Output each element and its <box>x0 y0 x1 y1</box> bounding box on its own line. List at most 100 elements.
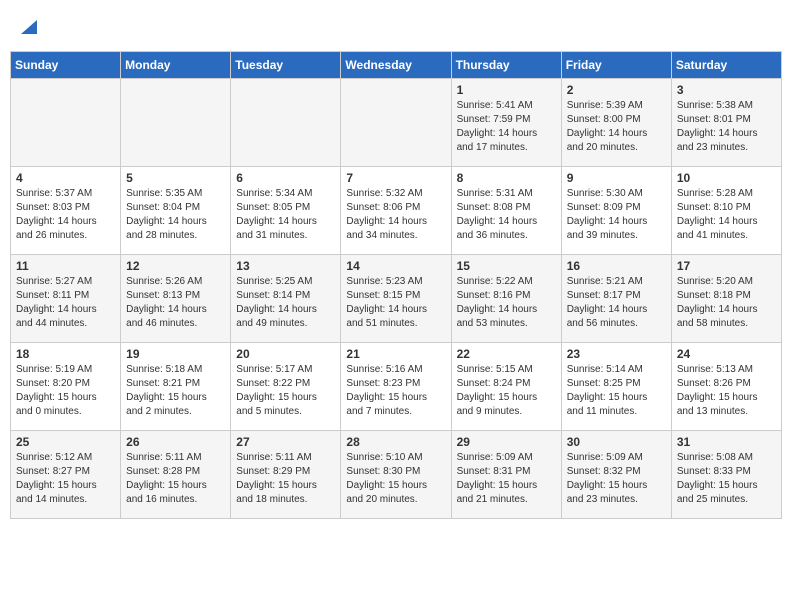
day-info: Sunrise: 5:21 AM Sunset: 8:17 PM Dayligh… <box>567 275 666 331</box>
day-number: 27 <box>236 435 335 449</box>
calendar-cell: 10 Sunrise: 5:28 AM Sunset: 8:10 PM Dayli… <box>671 166 781 254</box>
day-info: Sunrise: 5:28 AM Sunset: 8:10 PM Dayligh… <box>677 187 776 243</box>
logo-triangle-icon <box>21 16 37 39</box>
calendar-cell: 2 Sunrise: 5:39 AM Sunset: 8:00 PM Daylig… <box>561 78 671 166</box>
day-info: Sunrise: 5:31 AM Sunset: 8:08 PM Dayligh… <box>457 187 556 243</box>
day-number: 8 <box>457 171 556 185</box>
weekday-header-row: SundayMondayTuesdayWednesdayThursdayFrid… <box>11 51 782 78</box>
calendar-cell: 29 Sunrise: 5:09 AM Sunset: 8:31 PM Dayli… <box>451 430 561 518</box>
day-number: 1 <box>457 83 556 97</box>
day-number: 2 <box>567 83 666 97</box>
day-number: 5 <box>126 171 225 185</box>
calendar-table: SundayMondayTuesdayWednesdayThursdayFrid… <box>10 51 782 519</box>
page-header <box>10 10 782 45</box>
calendar-cell: 19 Sunrise: 5:18 AM Sunset: 8:21 PM Dayli… <box>121 342 231 430</box>
day-info: Sunrise: 5:35 AM Sunset: 8:04 PM Dayligh… <box>126 187 225 243</box>
logo <box>20 18 38 41</box>
weekday-header-monday: Monday <box>121 51 231 78</box>
day-info: Sunrise: 5:10 AM Sunset: 8:30 PM Dayligh… <box>346 451 445 507</box>
calendar-cell: 30 Sunrise: 5:09 AM Sunset: 8:32 PM Dayli… <box>561 430 671 518</box>
calendar-cell: 12 Sunrise: 5:26 AM Sunset: 8:13 PM Dayli… <box>121 254 231 342</box>
day-number: 29 <box>457 435 556 449</box>
day-info: Sunrise: 5:11 AM Sunset: 8:28 PM Dayligh… <box>126 451 225 507</box>
calendar-cell: 9Sunrise: 5:30 AM Sunset: 8:09 PM Daylig… <box>561 166 671 254</box>
calendar-cell <box>341 78 451 166</box>
day-number: 22 <box>457 347 556 361</box>
day-info: Sunrise: 5:15 AM Sunset: 8:24 PM Dayligh… <box>457 363 556 419</box>
day-info: Sunrise: 5:22 AM Sunset: 8:16 PM Dayligh… <box>457 275 556 331</box>
day-info: Sunrise: 5:09 AM Sunset: 8:31 PM Dayligh… <box>457 451 556 507</box>
weekday-header-sunday: Sunday <box>11 51 121 78</box>
calendar-cell: 23 Sunrise: 5:14 AM Sunset: 8:25 PM Dayli… <box>561 342 671 430</box>
day-info: Sunrise: 5:09 AM Sunset: 8:32 PM Dayligh… <box>567 451 666 507</box>
calendar-cell: 31 Sunrise: 5:08 AM Sunset: 8:33 PM Dayli… <box>671 430 781 518</box>
day-info: Sunrise: 5:41 AM Sunset: 7:59 PM Dayligh… <box>457 99 556 155</box>
day-info: Sunrise: 5:27 AM Sunset: 8:11 PM Dayligh… <box>16 275 115 331</box>
calendar-cell: 13Sunrise: 5:25 AM Sunset: 8:14 PM Dayli… <box>231 254 341 342</box>
day-number: 7 <box>346 171 445 185</box>
day-info: Sunrise: 5:13 AM Sunset: 8:26 PM Dayligh… <box>677 363 776 419</box>
calendar-cell: 26 Sunrise: 5:11 AM Sunset: 8:28 PM Dayli… <box>121 430 231 518</box>
day-number: 11 <box>16 259 115 273</box>
calendar-cell: 6 Sunrise: 5:34 AM Sunset: 8:05 PM Daylig… <box>231 166 341 254</box>
calendar-cell: 16 Sunrise: 5:21 AM Sunset: 8:17 PM Dayli… <box>561 254 671 342</box>
weekday-header-tuesday: Tuesday <box>231 51 341 78</box>
day-number: 17 <box>677 259 776 273</box>
day-info: Sunrise: 5:26 AM Sunset: 8:13 PM Dayligh… <box>126 275 225 331</box>
day-number: 12 <box>126 259 225 273</box>
calendar-cell: 17Sunrise: 5:20 AM Sunset: 8:18 PM Dayli… <box>671 254 781 342</box>
day-info: Sunrise: 5:16 AM Sunset: 8:23 PM Dayligh… <box>346 363 445 419</box>
calendar-cell: 8 Sunrise: 5:31 AM Sunset: 8:08 PM Daylig… <box>451 166 561 254</box>
calendar-cell: 7Sunrise: 5:32 AM Sunset: 8:06 PM Daylig… <box>341 166 451 254</box>
day-info: Sunrise: 5:17 AM Sunset: 8:22 PM Dayligh… <box>236 363 335 419</box>
weekday-header-friday: Friday <box>561 51 671 78</box>
day-number: 15 <box>457 259 556 273</box>
calendar-cell: 24 Sunrise: 5:13 AM Sunset: 8:26 PM Dayli… <box>671 342 781 430</box>
calendar-cell: 3 Sunrise: 5:38 AM Sunset: 8:01 PM Daylig… <box>671 78 781 166</box>
day-number: 14 <box>346 259 445 273</box>
day-info: Sunrise: 5:25 AM Sunset: 8:14 PM Dayligh… <box>236 275 335 331</box>
day-number: 30 <box>567 435 666 449</box>
day-number: 26 <box>126 435 225 449</box>
day-info: Sunrise: 5:18 AM Sunset: 8:21 PM Dayligh… <box>126 363 225 419</box>
day-number: 3 <box>677 83 776 97</box>
day-number: 20 <box>236 347 335 361</box>
day-info: Sunrise: 5:37 AM Sunset: 8:03 PM Dayligh… <box>16 187 115 243</box>
day-number: 28 <box>346 435 445 449</box>
logo-text <box>20 18 38 41</box>
calendar-body: 1 Sunrise: 5:41 AM Sunset: 7:59 PM Daylig… <box>11 78 782 518</box>
weekday-header-thursday: Thursday <box>451 51 561 78</box>
day-number: 24 <box>677 347 776 361</box>
calendar-cell: 11 Sunrise: 5:27 AM Sunset: 8:11 PM Dayli… <box>11 254 121 342</box>
day-number: 16 <box>567 259 666 273</box>
day-number: 19 <box>126 347 225 361</box>
calendar-cell: 18 Sunrise: 5:19 AM Sunset: 8:20 PM Dayli… <box>11 342 121 430</box>
day-info: Sunrise: 5:14 AM Sunset: 8:25 PM Dayligh… <box>567 363 666 419</box>
calendar-cell: 21Sunrise: 5:16 AM Sunset: 8:23 PM Dayli… <box>341 342 451 430</box>
day-info: Sunrise: 5:38 AM Sunset: 8:01 PM Dayligh… <box>677 99 776 155</box>
day-number: 25 <box>16 435 115 449</box>
day-number: 31 <box>677 435 776 449</box>
calendar-cell: 22 Sunrise: 5:15 AM Sunset: 8:24 PM Dayli… <box>451 342 561 430</box>
day-info: Sunrise: 5:39 AM Sunset: 8:00 PM Dayligh… <box>567 99 666 155</box>
day-number: 23 <box>567 347 666 361</box>
day-info: Sunrise: 5:12 AM Sunset: 8:27 PM Dayligh… <box>16 451 115 507</box>
day-info: Sunrise: 5:34 AM Sunset: 8:05 PM Dayligh… <box>236 187 335 243</box>
calendar-cell: 15 Sunrise: 5:22 AM Sunset: 8:16 PM Dayli… <box>451 254 561 342</box>
calendar-cell: 25 Sunrise: 5:12 AM Sunset: 8:27 PM Dayli… <box>11 430 121 518</box>
day-number: 10 <box>677 171 776 185</box>
day-number: 18 <box>16 347 115 361</box>
day-info: Sunrise: 5:11 AM Sunset: 8:29 PM Dayligh… <box>236 451 335 507</box>
calendar-week-5: 25 Sunrise: 5:12 AM Sunset: 8:27 PM Dayli… <box>11 430 782 518</box>
calendar-week-3: 11 Sunrise: 5:27 AM Sunset: 8:11 PM Dayli… <box>11 254 782 342</box>
calendar-cell: 20 Sunrise: 5:17 AM Sunset: 8:22 PM Dayli… <box>231 342 341 430</box>
day-info: Sunrise: 5:08 AM Sunset: 8:33 PM Dayligh… <box>677 451 776 507</box>
day-info: Sunrise: 5:23 AM Sunset: 8:15 PM Dayligh… <box>346 275 445 331</box>
calendar-cell <box>121 78 231 166</box>
day-number: 6 <box>236 171 335 185</box>
weekday-header-wednesday: Wednesday <box>341 51 451 78</box>
calendar-week-2: 4Sunrise: 5:37 AM Sunset: 8:03 PM Daylig… <box>11 166 782 254</box>
calendar-cell: 14 Sunrise: 5:23 AM Sunset: 8:15 PM Dayli… <box>341 254 451 342</box>
calendar-week-1: 1 Sunrise: 5:41 AM Sunset: 7:59 PM Daylig… <box>11 78 782 166</box>
day-info: Sunrise: 5:19 AM Sunset: 8:20 PM Dayligh… <box>16 363 115 419</box>
